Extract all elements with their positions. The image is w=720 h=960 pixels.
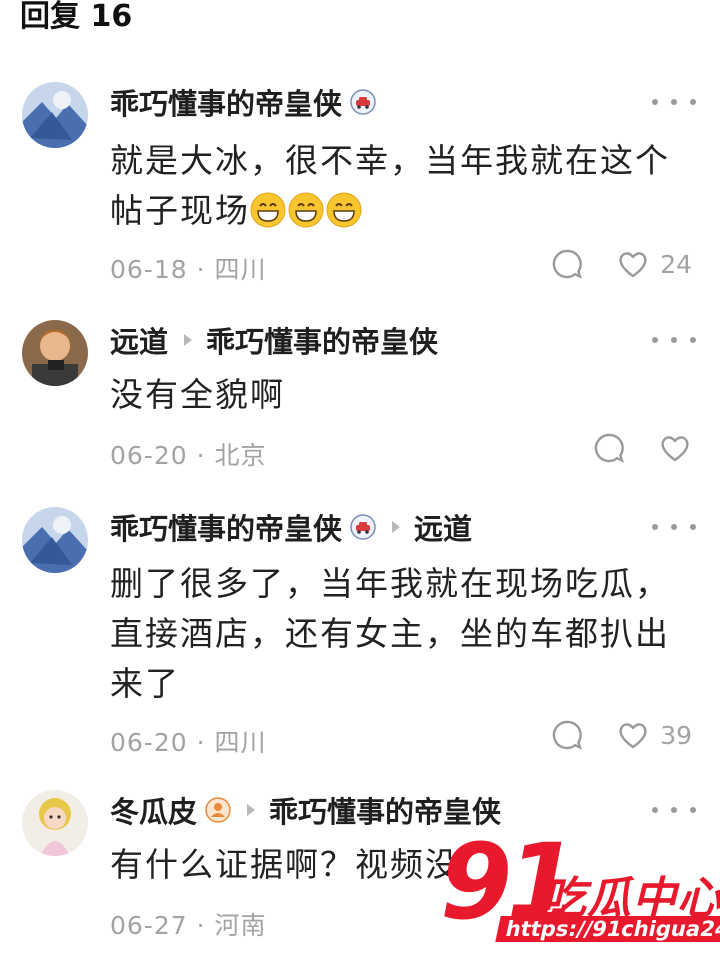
meta-separator: · xyxy=(187,441,215,470)
grin-emoji-icon xyxy=(250,192,286,228)
watermark-url: https://91chigua24.com xyxy=(495,916,720,942)
reply-count-title: 回复 16 xyxy=(20,0,133,34)
comment-meta: 06-27 · 河南 xyxy=(110,906,267,942)
reply-arrow-icon xyxy=(247,804,256,816)
heart-like-icon[interactable] xyxy=(616,718,650,752)
comment-actions xyxy=(592,428,692,468)
author-row: 乖巧懂事的帝皇侠 xyxy=(110,80,376,124)
avatar[interactable] xyxy=(22,790,88,856)
like-count: 39 xyxy=(660,720,692,750)
more-options-icon[interactable] xyxy=(652,800,696,820)
avatar[interactable] xyxy=(22,320,88,386)
meta-separator: · xyxy=(187,255,215,284)
site-watermark: 91 吃瓜中心 https://91chigua24.com xyxy=(440,830,720,952)
comment-item: 乖巧懂事的帝皇侠 远道 删了很多了，当年我就在现场吃瓜，直接酒店，还有女主，坐的… xyxy=(0,505,720,775)
reply-arrow-icon xyxy=(184,334,193,346)
comment-bubble-icon[interactable] xyxy=(550,718,584,752)
comment-meta: 06-20 · 北京 xyxy=(110,436,267,472)
comment-location: 四川 xyxy=(214,255,267,284)
like-count: 24 xyxy=(660,249,692,279)
comment-actions: 39 xyxy=(550,715,692,755)
author-row: 远道 乖巧懂事的帝皇侠 xyxy=(110,318,438,362)
comment-text: 没有全貌啊 xyxy=(110,370,690,420)
reply-target-name[interactable]: 远道 xyxy=(414,506,472,548)
avatar[interactable] xyxy=(22,82,88,148)
reply-target-name[interactable]: 乖巧懂事的帝皇侠 xyxy=(206,319,438,361)
author-name[interactable]: 冬瓜皮 xyxy=(110,789,197,831)
comment-location: 河南 xyxy=(214,911,267,940)
car-badge-icon xyxy=(350,89,376,115)
comment-meta: 06-18 · 四川 xyxy=(110,250,267,286)
meta-separator: · xyxy=(187,728,215,757)
author-row: 乖巧懂事的帝皇侠 远道 xyxy=(110,505,472,549)
comment-body: 就是大冰，很不幸，当年我就在这个帖子现场 xyxy=(110,141,670,230)
person-badge-icon xyxy=(205,797,231,823)
comment-date: 06-18 xyxy=(110,255,188,284)
comment-item: 乖巧懂事的帝皇侠 就是大冰，很不幸，当年我就在这个帖子现场 06-18 · 四川… xyxy=(0,80,720,300)
comment-item: 远道 乖巧懂事的帝皇侠 没有全貌啊 06-20 · 北京 xyxy=(0,318,720,488)
comment-text: 就是大冰，很不幸，当年我就在这个帖子现场 xyxy=(110,136,690,236)
comment-actions: 24 xyxy=(550,244,692,284)
comment-location: 北京 xyxy=(214,441,267,470)
comment-body: 没有全貌啊 xyxy=(110,375,285,414)
comment-location: 四川 xyxy=(214,728,267,757)
comment-bubble-icon[interactable] xyxy=(550,247,584,281)
comment-date: 06-20 xyxy=(110,728,188,757)
comment-body: 删了很多了，当年我就在现场吃瓜，直接酒店，还有女主，坐的车都扒出来了 xyxy=(110,564,670,703)
emoji-group xyxy=(250,191,364,230)
grin-emoji-icon xyxy=(326,192,362,228)
heart-like-icon[interactable] xyxy=(616,247,650,281)
heart-like-icon[interactable] xyxy=(658,431,692,465)
more-options-icon[interactable] xyxy=(652,92,696,112)
meta-separator: · xyxy=(187,911,215,940)
comment-meta: 06-20 · 四川 xyxy=(110,723,267,759)
car-badge-icon xyxy=(350,514,376,540)
more-options-icon[interactable] xyxy=(652,330,696,350)
avatar[interactable] xyxy=(22,507,88,573)
grin-emoji-icon xyxy=(288,192,324,228)
comment-date: 06-27 xyxy=(110,911,188,940)
author-name[interactable]: 乖巧懂事的帝皇侠 xyxy=(110,81,342,123)
comment-body: 有什么证据啊？视频没 xyxy=(110,845,460,884)
comment-date: 06-20 xyxy=(110,441,188,470)
author-name[interactable]: 乖巧懂事的帝皇侠 xyxy=(110,506,342,548)
more-options-icon[interactable] xyxy=(652,517,696,537)
reply-arrow-icon xyxy=(392,521,401,533)
comment-bubble-icon[interactable] xyxy=(592,431,626,465)
comment-text: 删了很多了，当年我就在现场吃瓜，直接酒店，还有女主，坐的车都扒出来了 xyxy=(110,559,690,709)
author-name[interactable]: 远道 xyxy=(110,319,168,361)
